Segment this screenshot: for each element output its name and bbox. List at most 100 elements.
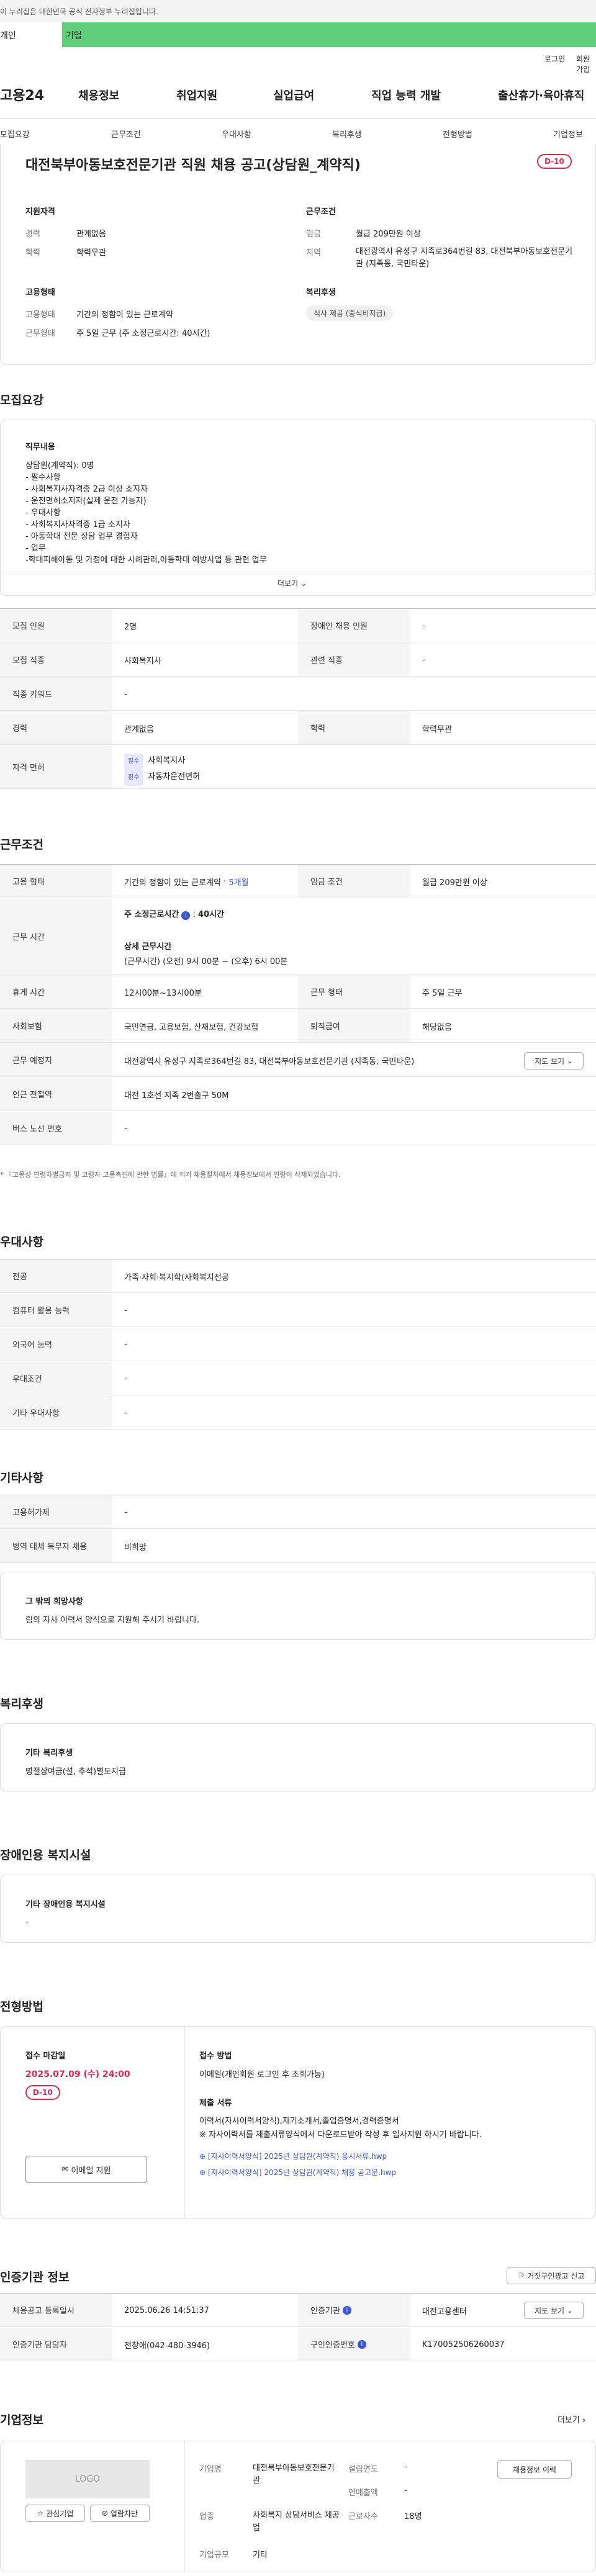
block-view-button[interactable]: ⊘ 열람차단: [90, 2505, 150, 2522]
file-link[interactable]: ⊕ [자사이력서양식] 2025년 상담원(계약직) 채용 공고문.hwp: [199, 2167, 396, 2177]
process-card: 접수 마감일 2025.07.09 (수) 24:00 D-10 ✉ 이메일 지…: [0, 2026, 596, 2218]
computer-label: 컴퓨터 활용 능력: [0, 1294, 112, 1326]
dday-badge: D-10: [537, 154, 572, 169]
wish-text: 림의 자사 이력서 양식으로 지원해 주시기 바랍니다.: [25, 1616, 200, 1625]
more-label: 더보기: [278, 579, 299, 588]
prefer-etc-value: -: [124, 1408, 127, 1418]
subnav-work[interactable]: 근무조건: [111, 128, 141, 140]
sales-label: 연매출액: [348, 2488, 378, 2498]
work-heading: 근무조건: [0, 838, 43, 852]
facility-text: -: [25, 1917, 29, 1927]
count-label: 모집 인원: [0, 609, 112, 642]
duty-line: - 필수사항: [25, 473, 61, 482]
table-row: 우대조건 -: [0, 1362, 596, 1395]
join-link[interactable]: 회원가입: [576, 53, 596, 74]
wage-label: 임금: [306, 230, 321, 239]
table-row: 채용공고 등록일시 2025.06.26 14:51:37 인증기관 i 대전고…: [0, 2294, 596, 2327]
founded-value: -: [404, 2462, 407, 2472]
email-apply-button[interactable]: ✉ 이메일 지원: [25, 2156, 147, 2183]
info-icon[interactable]: i: [342, 2305, 351, 2315]
attachment-icon: ⊕: [199, 2168, 206, 2177]
workform-label: 근무형태: [25, 329, 55, 338]
emptype-label: 고용형태: [25, 310, 55, 320]
table-row: 컴퓨터 활용 능력 -: [0, 1294, 596, 1327]
chevron-down-icon: ⌄: [300, 579, 307, 588]
block-icon: ⊘: [101, 2509, 109, 2518]
deadline-title: 접수 마감일: [25, 2051, 66, 2061]
bus-value: -: [124, 1124, 127, 1133]
education-label: 학력: [298, 711, 410, 744]
manager-label: 인증기관 담당자: [0, 2328, 112, 2361]
count-value: 2명: [124, 622, 137, 632]
major-value: 가족·사회·복지학(사회복지전공: [124, 1272, 229, 1282]
file-link[interactable]: ⊕ [자사이력서양식] 2025년 상담원(계약직) 응시서류.hwp: [199, 2151, 387, 2161]
info-icon[interactable]: i: [181, 911, 191, 920]
site-logo[interactable]: 고용24: [0, 84, 44, 104]
report-button[interactable]: ⚐ 거짓구인광고 신고: [507, 2267, 596, 2284]
table-row: 사회보험 국민연금, 고용보험, 산재보험, 건강보험 퇴직급여 해당없음: [0, 1009, 596, 1043]
gov-banner-text: 이 누리집은 대한민국 공식 전자정부 누리집입니다.: [0, 7, 158, 16]
industry-label: 업종: [199, 2512, 214, 2521]
info-icon[interactable]: i: [357, 2340, 366, 2349]
tab-company-label: 기업: [66, 31, 82, 41]
career-value: 관계없음: [76, 230, 106, 239]
education-value: 학력무관: [422, 724, 452, 734]
welfare-chip: 식사 제공 (중식비지급): [306, 305, 394, 321]
chevron-down-icon: ⌄: [566, 1056, 573, 1065]
required-badge: 필수: [124, 754, 143, 770]
divider: [184, 2441, 185, 2572]
job-history-button[interactable]: 채용정보 이력: [497, 2460, 572, 2479]
facility-heading: 장애인용 복지시설: [0, 1849, 91, 1862]
subnav-prefer[interactable]: 우대사항: [222, 128, 251, 140]
duty-text: 상담원(계약직): 0명 - 필수사항 - 사회복지사자격증 2급 이상 소지자…: [25, 460, 267, 566]
subnav-company[interactable]: 기업정보: [553, 128, 583, 140]
tab-personal[interactable]: 개인: [0, 22, 62, 47]
docs-line: ※ 자사이력서를 제출서류양식에서 다운로드받아 작성 후 입사지원 하시기 바…: [199, 2130, 482, 2140]
subnav-process[interactable]: 전형방법: [443, 128, 472, 140]
map-button[interactable]: 지도 보기 ⌄: [524, 1052, 584, 1070]
prefer-heading: 우대사항: [0, 1235, 43, 1249]
benefit-text: 명절상여금(설, 추석)별도지급: [25, 1767, 126, 1777]
gnb-item-skills-training[interactable]: 직업 능력 개발: [371, 87, 441, 103]
wish-title: 그 밖의 희망사항: [25, 1597, 83, 1606]
more-button[interactable]: 더보기 ⌄: [278, 578, 307, 588]
gnb-item-unemployment-benefit[interactable]: 실업급여: [273, 87, 314, 103]
table-row: 버스 노선 번호 -: [0, 1112, 596, 1145]
place-label: 근무 예정지: [0, 1043, 112, 1076]
table-row: 모집 직종 사회복지사 관련 직종 -: [0, 643, 596, 677]
gnb-item-employment-support[interactable]: 취업지원: [176, 87, 217, 103]
gnb-item-parental-leave[interactable]: 출산휴가·육아휴직: [498, 87, 584, 103]
keyword-value: -: [124, 689, 127, 699]
duty-line: - 운전면허소지자(실제 운전 가능자): [25, 497, 147, 506]
interest-company-button[interactable]: ☆ 관심기업: [25, 2505, 85, 2522]
form-value: 주 5일 근무: [422, 988, 463, 998]
table-row: 인근 전철역 대전 1호선 지족 2번출구 50M: [0, 1078, 596, 1111]
map-button[interactable]: 지도 보기 ⌄: [524, 2302, 584, 2319]
education-label: 학력: [25, 248, 40, 258]
duty-line: - 사회복지사자격증 2급 이상 소지자: [25, 485, 148, 494]
divider: [0, 118, 596, 119]
subnav-benefit[interactable]: 복리후생: [332, 128, 362, 140]
duty-line: - 우대사항: [25, 508, 61, 518]
table-row: 외국어 능력 -: [0, 1328, 596, 1361]
size-value: 기타: [253, 2551, 268, 2560]
org-value: 대전고용센터: [422, 2307, 467, 2317]
table-row: 자격 면허 필수 사회복지사 필수 자동차운전면허: [0, 745, 596, 789]
number-label: 구인인증번호 i: [298, 2328, 410, 2361]
wage-label: 임금 조건: [298, 865, 410, 898]
manager-value: 전창애(042-480-3946): [124, 2341, 210, 2351]
emptype-value: 기간의 정함이 있는 근로계약 · 5개월: [124, 876, 249, 888]
language-label: 외국어 능력: [0, 1328, 112, 1361]
company-more-link[interactable]: 더보기 ›: [558, 2413, 585, 2425]
docs-text: 이력서(자사이력서양식),자기소개서,졸업증명서,경력증명서 ※ 자사이력서를 …: [199, 2115, 482, 2142]
deadline-value: 2025.07.09 (수) 24:00: [25, 2069, 130, 2079]
recruit-heading: 모집요강: [0, 394, 43, 407]
bus-label: 버스 노선 번호: [0, 1112, 112, 1145]
duty-line: -학대피해아동 및 가정에 대한 사례관리,아동학대 예방사업 등 관련 업무: [25, 556, 267, 565]
subnav-recruit[interactable]: 모집요강: [0, 128, 30, 140]
retire-value: 해당없음: [422, 1022, 452, 1032]
table-row: 경력 관계없음 학력 학력무관: [0, 711, 596, 745]
gnb-item-jobs[interactable]: 채용정보: [78, 87, 119, 103]
tab-company[interactable]: 기업: [62, 22, 596, 47]
login-link[interactable]: 로그인: [544, 53, 565, 64]
